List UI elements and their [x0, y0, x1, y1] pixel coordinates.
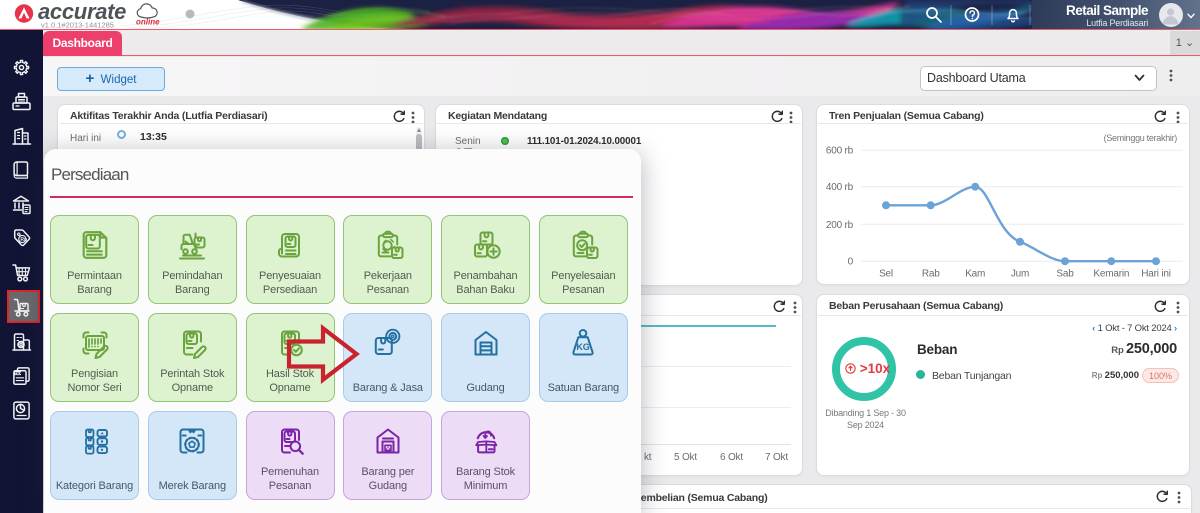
svg-text:0: 0: [848, 257, 854, 268]
svg-text:online: online: [136, 18, 160, 27]
svg-text:Jum: Jum: [1011, 269, 1029, 280]
svg-text:Kemarin: Kemarin: [1093, 269, 1129, 280]
svg-text:400 rb: 400 rb: [826, 182, 854, 193]
svg-text:v1.0.1#2013-1441285: v1.0.1#2013-1441285: [41, 21, 114, 30]
svg-text:Sel: Sel: [879, 269, 893, 280]
svg-text:Hari ini: Hari ini: [1141, 269, 1171, 280]
svg-text:600 rb: 600 rb: [826, 146, 854, 157]
svg-text:KG: KG: [577, 342, 590, 352]
svg-text:Rp: Rp: [20, 237, 27, 243]
svg-text:200 rb: 200 rb: [826, 220, 854, 231]
svg-text:Sab: Sab: [1056, 269, 1074, 280]
svg-text:TAX: TAX: [15, 371, 23, 375]
svg-text:Rab: Rab: [922, 269, 940, 280]
svg-text:Kam: Kam: [965, 269, 985, 280]
